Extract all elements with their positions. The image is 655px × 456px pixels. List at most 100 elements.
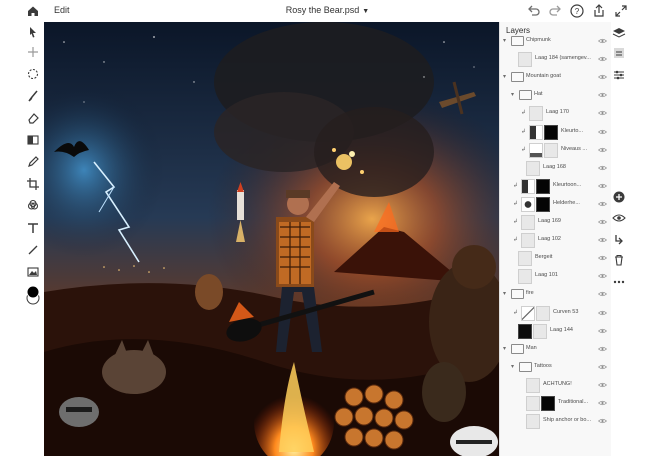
layer-row[interactable]: Laag 168 (500, 159, 612, 177)
folder-icon (511, 343, 524, 354)
visibility-eye-icon[interactable] (598, 346, 607, 352)
hue-saturation-icon (529, 124, 543, 140)
lasso-tool-icon[interactable] (25, 66, 41, 82)
layer-row[interactable]: Laag 184 (samengev... (500, 50, 612, 68)
layer-row[interactable]: ↲ Laag 102 (500, 231, 612, 249)
visibility-eye-icon[interactable] (598, 400, 607, 406)
visibility-eye-icon[interactable] (598, 110, 607, 116)
place-image-icon[interactable] (25, 264, 41, 280)
transform-tool-icon[interactable] (25, 44, 41, 60)
layer-mask-thumbnail (541, 396, 555, 411)
visibility-eye-icon[interactable] (598, 418, 607, 424)
layer-thumbnail (529, 106, 543, 122)
visibility-eye-icon[interactable] (598, 147, 607, 153)
layer-row[interactable]: ↲ Curven 53 (500, 304, 612, 322)
layer-row[interactable]: ↲ Niveaus ... (500, 141, 612, 159)
hue-saturation-icon (521, 178, 535, 194)
move-tool-icon[interactable] (25, 24, 41, 40)
folder-icon (511, 289, 524, 300)
visibility-eye-icon[interactable] (598, 219, 607, 225)
add-layer-icon[interactable] (612, 190, 626, 204)
layer-row[interactable]: ▾ fire (500, 285, 612, 303)
chevron-down-icon[interactable]: ▾ (511, 91, 514, 98)
layer-row[interactable]: ↲ Laag 169 (500, 213, 612, 231)
visibility-eye-icon[interactable] (598, 129, 607, 135)
gradient-tool-icon[interactable] (25, 132, 41, 148)
layer-row[interactable]: ▾ Mountain goat (500, 68, 612, 86)
clip-arrow-icon: ↲ (521, 110, 527, 117)
top-bar: Edit Rosy the Bear.psd ▼ ? (0, 0, 655, 22)
healing-tool-icon[interactable] (25, 198, 41, 214)
layer-row[interactable]: ACHTUNG! (500, 376, 612, 394)
eyedropper-tool-icon[interactable] (25, 154, 41, 170)
artwork-image (44, 22, 499, 456)
visibility-eye-icon[interactable] (598, 38, 607, 44)
fullscreen-icon[interactable] (613, 3, 629, 19)
document-canvas[interactable] (44, 22, 499, 456)
layer-mask-thumbnail (533, 323, 547, 339)
help-icon[interactable]: ? (569, 3, 585, 19)
visibility-eye-icon[interactable] (598, 255, 607, 261)
brush-tool-icon[interactable] (25, 88, 41, 104)
chevron-down-icon[interactable]: ▾ (503, 37, 506, 44)
panel-rail (611, 22, 627, 456)
layer-row[interactable]: Ship anchor or bo... (500, 412, 612, 430)
visibility-eye-icon[interactable] (598, 201, 607, 207)
layer-thumbnail (518, 251, 532, 267)
visibility-eye-icon[interactable] (598, 183, 607, 189)
layer-row[interactable]: ↲ Laag 170 (500, 104, 612, 122)
color-swatch-icon[interactable] (24, 284, 42, 306)
clipping-mask-icon[interactable] (612, 232, 626, 246)
visibility-eye-icon[interactable] (598, 310, 607, 316)
chevron-down-icon[interactable]: ▾ (511, 363, 514, 370)
layer-row[interactable]: Bergeit (500, 249, 612, 267)
undo-icon[interactable] (526, 3, 542, 19)
layer-row[interactable]: Laag 144 (500, 322, 612, 340)
more-options-icon[interactable] (612, 275, 626, 289)
crop-tool-icon[interactable] (25, 176, 41, 192)
layer-mask-thumbnail (536, 196, 550, 212)
layer-thumbnail (526, 377, 540, 393)
chevron-down-icon[interactable]: ▾ (503, 73, 506, 80)
layer-row[interactable]: Traditional... (500, 394, 612, 412)
visibility-eye-icon[interactable] (598, 364, 607, 370)
visibility-eye-icon[interactable] (598, 291, 607, 297)
layer-properties-icon[interactable] (612, 46, 626, 60)
trash-icon[interactable] (612, 253, 626, 267)
chevron-down-icon[interactable]: ▾ (503, 345, 506, 352)
layer-row[interactable]: ↲ Kleurto... (500, 123, 612, 141)
share-icon[interactable] (591, 3, 607, 19)
visibility-eye-icon[interactable] (612, 211, 626, 225)
visibility-eye-icon[interactable] (598, 273, 607, 279)
layer-row[interactable]: ▾ Chipmunk (500, 32, 612, 50)
visibility-eye-icon[interactable] (598, 92, 607, 98)
layer-name: Chipmunk (526, 37, 551, 43)
redo-icon[interactable] (547, 3, 563, 19)
chevron-down-icon[interactable]: ▾ (503, 290, 506, 297)
layer-name: fire (526, 290, 534, 297)
clip-arrow-icon: ↲ (521, 128, 527, 135)
layer-row[interactable]: ▾ Man (500, 340, 612, 358)
visibility-eye-icon[interactable] (598, 328, 607, 334)
adjustments-sliders-icon[interactable] (612, 68, 626, 82)
layer-row[interactable]: ▾ Hat (500, 86, 612, 104)
visibility-eye-icon[interactable] (598, 165, 607, 171)
type-tool-icon[interactable] (25, 220, 41, 236)
layer-thumbnail (518, 269, 532, 285)
clip-arrow-icon: ↲ (521, 146, 527, 153)
visibility-eye-icon[interactable] (598, 237, 607, 243)
folder-icon (511, 72, 524, 83)
layer-thumbnail (518, 52, 532, 68)
layers-stack-icon[interactable] (612, 26, 626, 40)
layer-thumbnail (526, 414, 540, 430)
eraser-tool-icon[interactable] (25, 110, 41, 126)
visibility-eye-icon[interactable] (598, 74, 607, 80)
visibility-eye-icon[interactable] (598, 382, 607, 388)
visibility-eye-icon[interactable] (598, 56, 607, 62)
layer-row[interactable]: ↲ Helderhe... (500, 195, 612, 213)
clip-arrow-icon: ↲ (513, 237, 519, 244)
layer-row[interactable]: ↲ Kleurtoon... (500, 177, 612, 195)
layer-row[interactable]: Laag 101 (500, 267, 612, 285)
layer-row[interactable]: ▾ Tattoos (500, 358, 612, 376)
line-tool-icon[interactable] (25, 242, 41, 258)
